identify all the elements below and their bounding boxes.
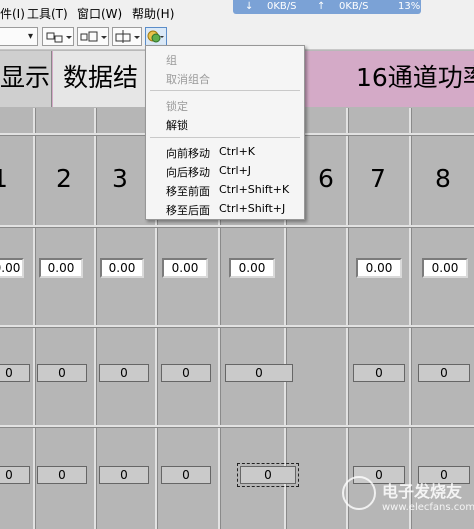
numeric-indicator: 0 [37,466,87,484]
watermark-url: www.elecfans.com [382,502,474,513]
numeric-indicator: 0 [99,364,149,382]
numeric-indicator: 0 [161,466,211,484]
shortcut-bring-to-front: Ctrl+Shift+K [219,183,290,196]
numeric-control[interactable]: 0.00 [229,258,275,278]
menu-item-unlock[interactable]: 解锁 [166,117,188,133]
reorder-icon [147,30,164,43]
numeric-indicator: 0 [418,364,470,382]
menu-separator [150,90,300,91]
menu-item-bring-to-front[interactable]: 移至前面 [166,183,210,199]
grid-line [346,108,348,529]
column-header-8: 8 [435,164,451,193]
download-arrow-icon: ↓ [245,1,254,12]
distribute-icon [80,31,107,42]
numeric-control[interactable]: 0.00 [39,258,83,278]
numeric-control[interactable]: 0.00 [0,258,24,278]
numeric-control[interactable]: 0.00 [162,258,208,278]
numeric-indicator: 0 [225,364,293,382]
numeric-indicator: 0 [0,364,30,382]
grid-line [33,108,35,529]
menu-item-move-forward[interactable]: 向前移动 [166,145,210,161]
menu-separator [150,137,300,138]
reorder-button[interactable] [145,27,167,46]
grid-line [0,425,474,427]
column-header-2: 2 [56,164,72,193]
font-dropdown[interactable]: ▾ [0,27,38,46]
menu-item-ungroup[interactable]: 取消组合 [166,71,210,87]
tab-16-channel-power[interactable]: 16通道功率 [356,51,474,107]
menu-item-send-to-back[interactable]: 移至后面 [166,202,210,218]
grid-line [409,108,411,529]
shortcut-send-to-back: Ctrl+Shift+J [219,202,286,215]
tab-display[interactable]: 显示 [0,51,52,107]
numeric-control[interactable]: 0.00 [422,258,468,278]
watermark: 电子发烧友 www.elecfans.com [340,470,474,529]
numeric-control[interactable]: 0.00 [356,258,402,278]
align-objects-button[interactable] [42,27,74,46]
grid-line [0,225,474,227]
menu-help[interactable]: 帮助(H) [132,5,174,22]
grid-line [94,108,96,529]
menu-item-move-backward[interactable]: 向后移动 [166,164,210,180]
watermark-logo-icon [342,476,376,510]
menu-item-group[interactable]: 组 [166,52,177,68]
column-header-7: 7 [370,164,386,193]
menu-file[interactable]: 件(I) [0,5,25,22]
tab-data-label: 数据结 [63,63,139,92]
grid-line [0,325,474,327]
tab-16-label: 16通道功率 [356,63,474,92]
distribute-objects-button[interactable] [77,27,109,46]
resize-objects-button[interactable] [112,27,142,46]
tab-data-structure[interactable]: 数据结 [53,51,145,107]
download-speed: 0KB/S [267,1,297,12]
numeric-indicator: 0 [0,466,30,484]
selected-numeric-indicator[interactable]: 0 [237,463,299,487]
shortcut-move-forward: Ctrl+K [219,145,256,158]
upload-arrow-icon: ↑ [317,1,326,12]
menu-tools[interactable]: 工具(T) [27,5,68,22]
network-speed-widget: ↓ 0KB/S ↑ 0KB/S 13% [233,0,421,14]
numeric-indicator: 0 [161,364,211,382]
numeric-indicator: 0 [99,466,149,484]
chevron-down-icon: ▾ [27,31,33,42]
numeric-indicator: 0 [37,364,87,382]
numeric-indicator: 0 [353,364,405,382]
tab-display-label: 显示 [0,63,51,92]
reorder-dropdown-menu: 组 取消组合 锁定 解锁 向前移动 Ctrl+K 向后移动 Ctrl+J 移至前… [145,45,305,220]
column-header-3: 3 [112,164,128,193]
shortcut-move-backward: Ctrl+J [219,164,252,177]
numeric-control[interactable]: 0.00 [100,258,144,278]
resize-icon [115,30,140,43]
align-icon [46,32,72,43]
column-header-1: 1 [0,164,20,193]
upload-speed: 0KB/S [339,1,369,12]
watermark-text: 电子发烧友 [382,482,463,501]
menu-window[interactable]: 窗口(W) [77,5,122,22]
column-header-6: 6 [318,164,334,193]
cpu-percent: 13% [398,1,421,12]
menu-item-lock[interactable]: 锁定 [166,98,188,114]
